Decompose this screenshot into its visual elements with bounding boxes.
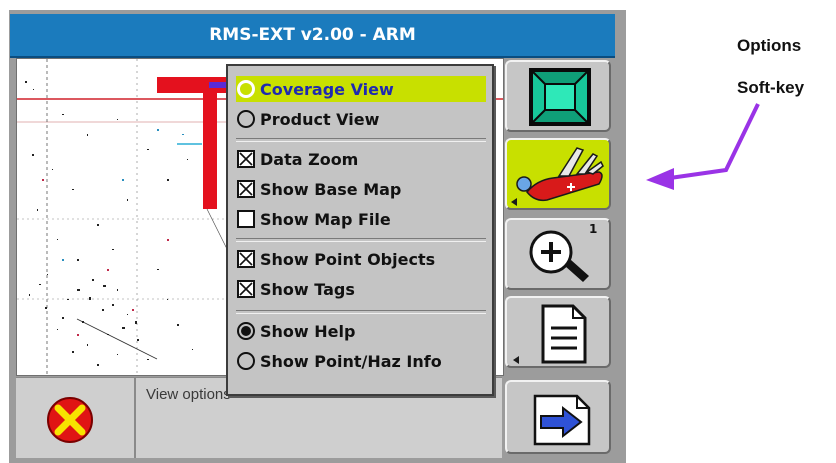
window-title: RMS-EXT v2.00 - ARM <box>10 14 615 58</box>
menu-item-show-help[interactable]: Show Help <box>236 318 486 344</box>
radio-selected-icon <box>237 80 255 98</box>
checkbox-checked-icon <box>237 180 255 198</box>
menu-item-label: Coverage View <box>260 79 394 99</box>
document-icon <box>513 304 587 364</box>
menu-item-label: Show Map File <box>260 209 391 229</box>
next-arrow-icon <box>533 394 591 446</box>
menu-item-product-view[interactable]: Product View <box>236 106 486 132</box>
menu-item-label: Show Base Map <box>260 179 402 199</box>
menu-item-label: Data Zoom <box>260 149 359 169</box>
menu-separator <box>236 138 486 142</box>
zoom-in-softkey[interactable]: 1 <box>505 218 611 290</box>
callout-label-softkey: Soft-key <box>737 78 805 97</box>
status-help-text: View options <box>146 386 231 403</box>
callout-arrow-icon <box>646 103 760 190</box>
map-feature-red <box>157 77 227 209</box>
radio-selected-icon <box>237 322 255 340</box>
radio-unselected-icon <box>237 352 255 370</box>
checkbox-checked-icon <box>237 280 255 298</box>
menu-item-show-point-haz-info[interactable]: Show Point/Haz Info <box>236 348 486 374</box>
menu-item-show-point-objects[interactable]: Show Point Objects <box>236 246 486 272</box>
frame-view-softkey[interactable] <box>505 60 611 132</box>
menu-item-label: Show Point/Haz Info <box>260 351 442 371</box>
menu-separator <box>236 310 486 314</box>
menu-separator <box>236 238 486 242</box>
menu-item-data-zoom[interactable]: Data Zoom <box>236 146 486 172</box>
zoom-level-badge: 1 <box>589 222 598 236</box>
swiss-army-knife-icon <box>511 147 604 206</box>
menu-item-label: Product View <box>260 109 380 129</box>
menu-item-show-base-map[interactable]: Show Base Map <box>236 176 486 202</box>
menu-item-show-tags[interactable]: Show Tags <box>236 276 486 302</box>
document-softkey[interactable] <box>505 296 611 368</box>
checkbox-checked-icon <box>237 150 255 168</box>
menu-item-show-map-file[interactable]: Show Map File <box>236 206 486 232</box>
options-menu: Coverage View Product View Data Zoom Sho… <box>226 64 494 396</box>
menu-item-label: Show Tags <box>260 279 355 299</box>
cancel-button[interactable] <box>16 378 136 458</box>
next-softkey[interactable] <box>505 380 611 454</box>
cancel-x-icon <box>47 397 93 443</box>
options-softkey[interactable] <box>505 138 611 210</box>
radio-unselected-icon <box>237 110 255 128</box>
frame-view-icon <box>529 68 591 126</box>
menu-item-label: Show Help <box>260 321 356 341</box>
checkbox-unchecked-icon <box>237 210 255 228</box>
menu-item-label: Show Point Objects <box>260 249 436 269</box>
menu-item-coverage-view[interactable]: Coverage View <box>236 76 486 102</box>
checkbox-checked-icon <box>237 250 255 268</box>
callout-label-options: Options <box>737 36 802 55</box>
